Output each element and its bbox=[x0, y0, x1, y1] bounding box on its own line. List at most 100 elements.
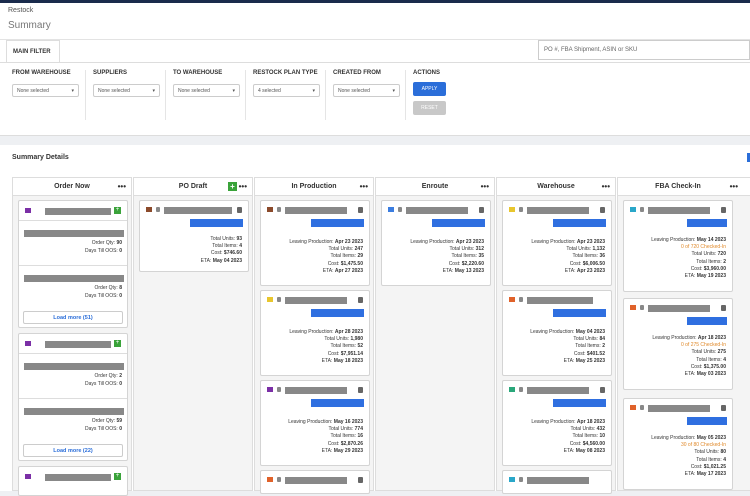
po-card[interactable]: Leaving Production: Apr 18 2023 0 of 275 … bbox=[623, 298, 733, 390]
page-header: Restock Summary bbox=[0, 3, 750, 40]
order-group-card: + Order Qty: 90 Days Till OOS: 0 Order Qt… bbox=[18, 200, 128, 328]
factory-icon bbox=[267, 207, 273, 212]
po-card[interactable]: Leaving Production: May 04 2023 Total Uni… bbox=[502, 290, 612, 376]
breadcrumb[interactable]: Restock bbox=[8, 7, 742, 14]
user-icon bbox=[156, 207, 160, 212]
factory-icon bbox=[509, 477, 515, 482]
more-menu-icon[interactable]: ••• bbox=[602, 178, 610, 196]
add-icon[interactable]: + bbox=[114, 207, 121, 214]
to-warehouse-select[interactable]: None selected ▾ bbox=[173, 84, 240, 97]
apply-button[interactable]: APPLY bbox=[413, 82, 446, 96]
redacted-text bbox=[45, 474, 111, 481]
factory-icon bbox=[509, 387, 515, 392]
column-header: Warehouse ••• bbox=[497, 178, 615, 196]
po-card[interactable]: Total Units: 93 Total Items: 4 Cost: $746.… bbox=[139, 200, 249, 272]
from-warehouse-select[interactable]: None selected ▾ bbox=[12, 84, 79, 97]
list-item[interactable]: Order Qty: 59 Days Till OOS: 0 bbox=[19, 402, 127, 440]
po-card[interactable] bbox=[502, 470, 612, 494]
caret-down-icon: ▾ bbox=[312, 88, 315, 94]
reset-button[interactable]: RESET bbox=[413, 101, 446, 115]
more-menu-icon[interactable]: ••• bbox=[481, 178, 489, 196]
factory-icon bbox=[267, 477, 273, 482]
po-card[interactable]: Leaving Production: Apr 23 2023 Total Uni… bbox=[381, 200, 491, 286]
po-card[interactable]: Leaving Production: Apr 18 2023 Total Uni… bbox=[502, 380, 612, 466]
load-more-button[interactable]: Load more (22) bbox=[23, 444, 123, 457]
more-menu-icon[interactable]: ••• bbox=[730, 178, 738, 196]
created-from-select[interactable]: None selected ▾ bbox=[333, 84, 400, 97]
redacted-text bbox=[648, 207, 710, 214]
suppliers-select[interactable]: None selected ▾ bbox=[93, 84, 160, 97]
redacted-text bbox=[285, 207, 347, 214]
caret-down-icon: ▾ bbox=[71, 88, 74, 94]
po-card[interactable]: Leaving Production: Apr 23 2023 Total Uni… bbox=[502, 200, 612, 286]
checkin-status: 30 of 80 Checked-In bbox=[680, 442, 726, 449]
redacted-text bbox=[24, 363, 124, 370]
redacted-text bbox=[527, 297, 593, 304]
restock-plan-type-select[interactable]: 4 selected ▾ bbox=[253, 84, 320, 97]
column-header: PO Draft + ••• bbox=[134, 178, 252, 196]
tab-underline bbox=[0, 62, 750, 63]
lock-icon bbox=[358, 387, 363, 393]
progress-bar bbox=[553, 219, 606, 227]
po-card[interactable] bbox=[260, 470, 370, 494]
column-fba-check-in: FBA Check-In ••• Leaving Production: May … bbox=[617, 177, 750, 491]
search-input[interactable]: PO #, FBA Shipment, ASIN or SKU bbox=[538, 40, 750, 60]
factory-icon bbox=[630, 207, 636, 212]
more-menu-icon[interactable]: ••• bbox=[239, 178, 247, 196]
user-icon bbox=[519, 207, 523, 212]
summary-panel: Summary Details Order Now ••• + Order Qty… bbox=[0, 145, 750, 496]
more-menu-icon[interactable]: ••• bbox=[118, 178, 126, 196]
list-item[interactable]: Order Qty: 8 Days Till OOS: 0 bbox=[19, 269, 127, 307]
filter-panel: MAIN FILTER PO #, FBA Shipment, ASIN or … bbox=[0, 40, 750, 136]
column-order-now: Order Now ••• + Order Qty: 90 Days Till OO… bbox=[12, 177, 132, 496]
factory-icon bbox=[267, 387, 273, 392]
list-item[interactable]: Order Qty: 90 Days Till OOS: 0 bbox=[19, 224, 127, 262]
kanban-board: Order Now ••• + Order Qty: 90 Days Till OO… bbox=[12, 177, 750, 496]
redacted-text bbox=[24, 275, 124, 282]
divider bbox=[245, 70, 246, 120]
add-icon[interactable]: + bbox=[114, 340, 121, 347]
add-po-icon[interactable]: + bbox=[228, 182, 237, 191]
redacted-text bbox=[527, 207, 589, 214]
column-header: In Production ••• bbox=[255, 178, 373, 196]
page-title: Summary bbox=[8, 20, 51, 31]
filter-created-from: CREATED FROM None selected ▾ bbox=[333, 70, 400, 130]
divider bbox=[165, 70, 166, 120]
checkin-status: 0 of 275 Checked-In bbox=[680, 342, 726, 349]
po-card[interactable]: Leaving Production: May 14 2023 0 of 720 … bbox=[623, 200, 733, 292]
progress-bar bbox=[687, 417, 727, 425]
divider bbox=[19, 353, 127, 354]
user-icon bbox=[398, 207, 402, 212]
filter-restock-plan-type: RESTOCK PLAN TYPE 4 selected ▾ bbox=[253, 70, 320, 130]
lock-icon bbox=[721, 305, 726, 311]
more-menu-icon[interactable]: ••• bbox=[360, 178, 368, 196]
column-in-production: In Production ••• Leaving Production: Apr… bbox=[254, 177, 374, 494]
load-more-button[interactable]: Load more (51) bbox=[23, 311, 123, 324]
po-card[interactable]: Leaving Production: May 05 2023 30 of 80 … bbox=[623, 398, 733, 490]
tab-main-filter[interactable]: MAIN FILTER bbox=[6, 40, 60, 62]
column-header: FBA Check-In ••• bbox=[618, 178, 750, 196]
user-icon bbox=[519, 297, 523, 302]
add-icon[interactable]: + bbox=[114, 473, 121, 480]
filter-actions: ACTIONS APPLY RESET bbox=[413, 70, 446, 130]
po-card[interactable]: Leaving Production: May 16 2023 Total Uni… bbox=[260, 380, 370, 466]
divider bbox=[325, 70, 326, 120]
caret-down-icon: ▾ bbox=[392, 88, 395, 94]
filter-label: TO WAREHOUSE bbox=[173, 70, 223, 76]
redacted-text bbox=[527, 387, 589, 394]
divider bbox=[19, 265, 127, 266]
list-item[interactable]: Order Qty: 2 Days Till OOS: 0 bbox=[19, 357, 127, 395]
po-card[interactable]: Leaving Production: Apr 23 2023 Total Uni… bbox=[260, 200, 370, 286]
lock-icon bbox=[479, 207, 484, 213]
lock-icon bbox=[721, 207, 726, 213]
user-icon bbox=[277, 387, 281, 392]
product-icon bbox=[25, 208, 31, 213]
checkin-status: 0 of 720 Checked-In bbox=[680, 244, 726, 251]
caret-down-icon: ▾ bbox=[232, 88, 235, 94]
product-icon bbox=[25, 341, 31, 346]
po-card[interactable]: Leaving Production: Apr 28 2023 Total Uni… bbox=[260, 290, 370, 376]
filter-label: SUPPLIERS bbox=[93, 70, 128, 76]
factory-icon bbox=[146, 207, 152, 212]
filter-label: ACTIONS bbox=[413, 70, 440, 76]
user-icon bbox=[519, 387, 523, 392]
